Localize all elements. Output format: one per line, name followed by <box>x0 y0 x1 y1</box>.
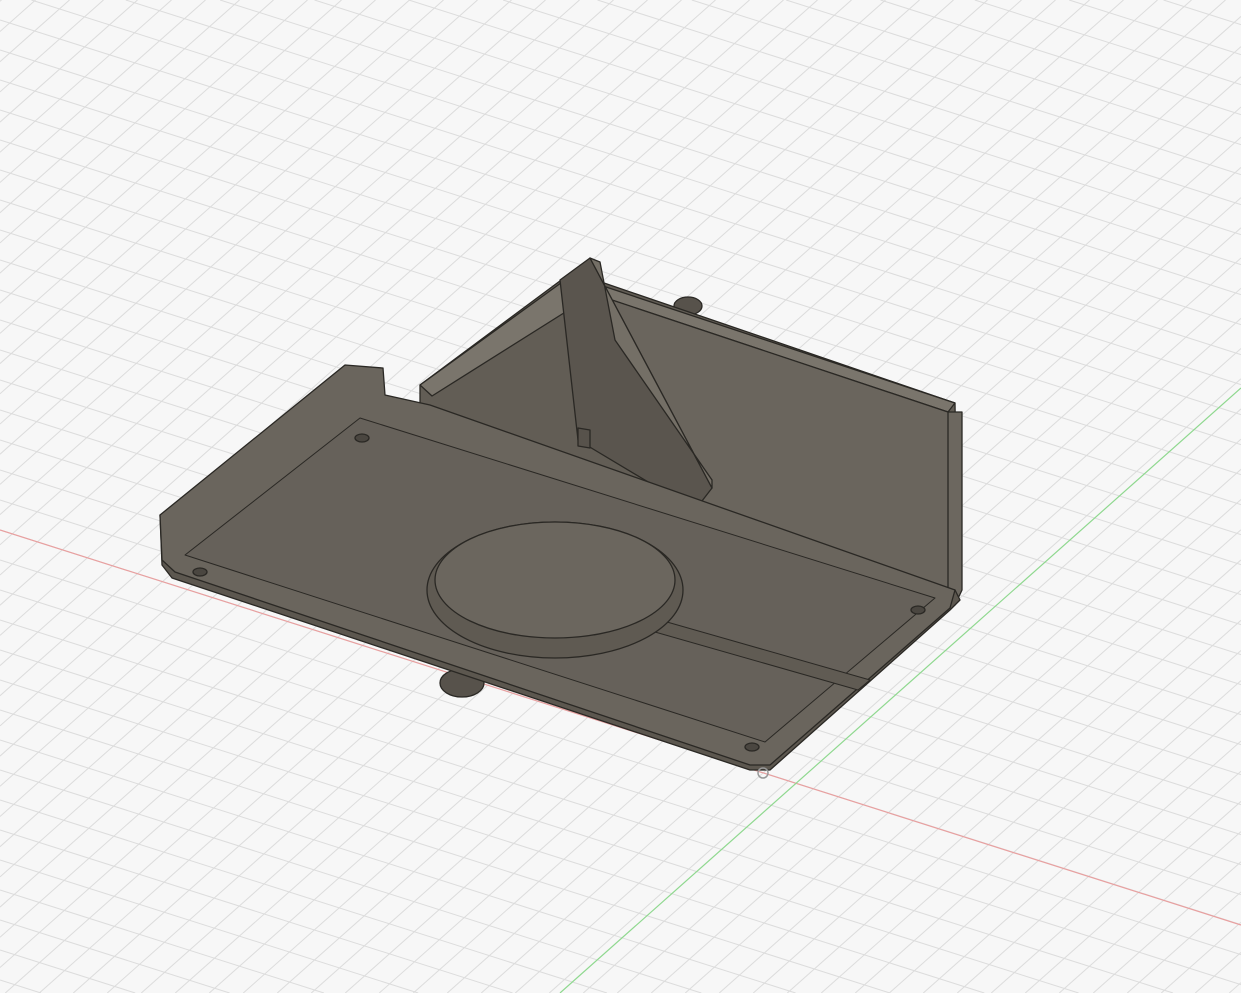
circular-disc <box>434 521 676 639</box>
canvas[interactable] <box>0 0 1241 993</box>
grid-line <box>0 0 444 395</box>
grid-line <box>0 0 70 63</box>
cad-model[interactable] <box>159 257 963 771</box>
grid-line <box>0 0 308 274</box>
grid-line <box>0 889 325 993</box>
grid-line <box>1228 982 1241 993</box>
screw-hole <box>744 742 760 752</box>
grid-line <box>854 650 1241 993</box>
grid-line <box>0 859 419 993</box>
3d-viewport[interactable] <box>0 0 1241 993</box>
grid-line <box>1092 861 1241 993</box>
grid-line <box>820 619 1241 993</box>
grid-line <box>502 0 1241 236</box>
screw-hole <box>354 433 370 443</box>
grid-line <box>786 0 1241 146</box>
grid-line <box>990 770 1241 993</box>
grid-line <box>1069 0 1241 56</box>
grid-line <box>922 710 1241 993</box>
grid-line <box>0 0 206 183</box>
grid-line <box>0 0 36 32</box>
grid-line <box>0 0 274 244</box>
grid-line <box>956 740 1241 993</box>
slot-notch <box>577 427 591 449</box>
grid-line <box>1058 831 1241 993</box>
grid-line <box>0 829 513 993</box>
grid-line <box>0 0 172 153</box>
grid-line <box>0 979 42 993</box>
grid-line <box>0 0 2 2</box>
grid-line <box>691 0 1241 176</box>
screw-hole <box>910 605 926 615</box>
grid-line <box>314 0 1241 296</box>
grid-line <box>219 0 1241 326</box>
grid-line <box>0 739 796 993</box>
screw-hole <box>192 567 208 577</box>
grid-line <box>0 799 608 993</box>
grid-line <box>0 0 478 425</box>
grid-line <box>888 680 1241 993</box>
grid-line <box>0 0 138 123</box>
grid-line <box>0 0 342 304</box>
grid-line <box>0 0 410 364</box>
grid-line <box>408 0 1241 266</box>
grid-line <box>0 769 702 993</box>
